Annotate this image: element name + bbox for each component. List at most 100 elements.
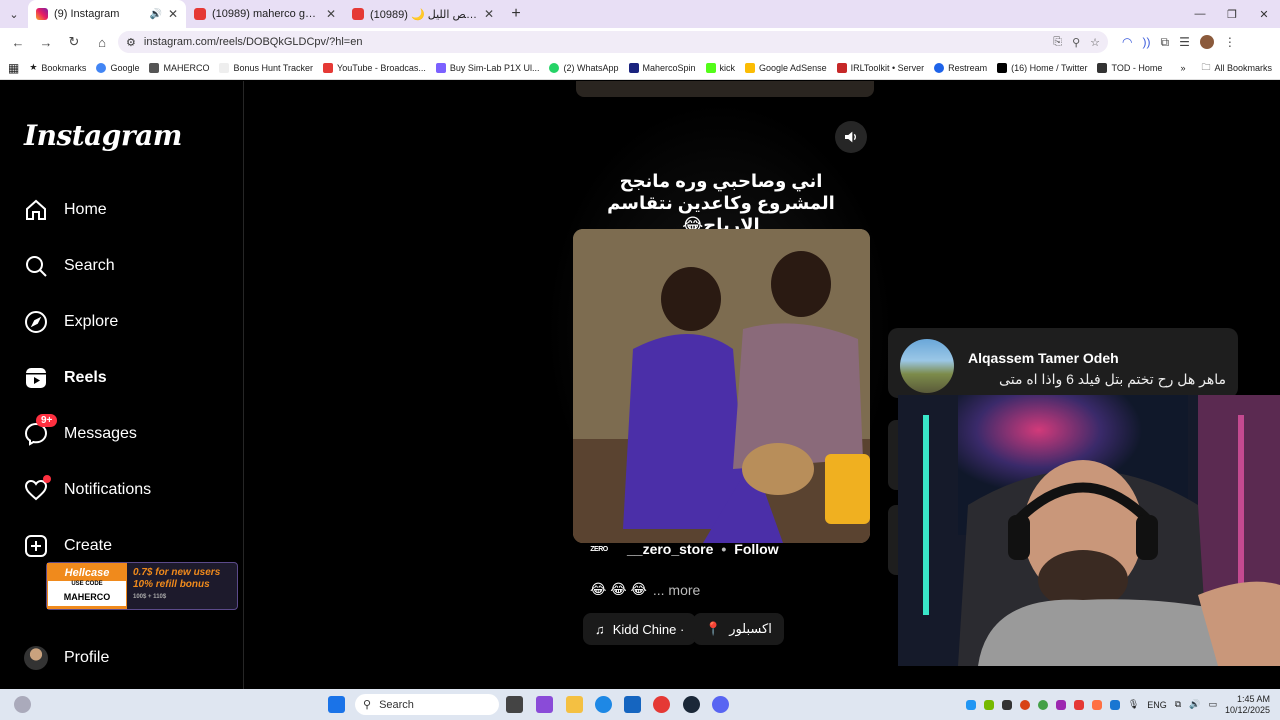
reels-icon xyxy=(24,366,48,390)
menu-icon[interactable]: ⋮ xyxy=(1224,35,1236,49)
avatar[interactable]: ZERO xyxy=(585,538,613,560)
window-controls: — ❐ ✕ xyxy=(1184,0,1280,28)
bookmark-item[interactable]: MAHERCO xyxy=(149,62,209,73)
back-button[interactable]: ← xyxy=(6,30,30,54)
audio-wave-icon[interactable]: )) xyxy=(1142,35,1150,49)
follow-button[interactable]: Follow xyxy=(734,541,778,557)
nav-search[interactable]: Search xyxy=(24,252,115,280)
bookmark-item[interactable]: Google AdSense xyxy=(745,62,827,73)
discord-icon[interactable] xyxy=(712,696,729,713)
bookmark-item[interactable]: ★ Bookmarks xyxy=(29,62,86,73)
music-note-icon: ♫ xyxy=(595,621,605,637)
close-icon[interactable]: ✕ xyxy=(168,7,178,21)
reel-video[interactable] xyxy=(573,229,870,543)
clock[interactable]: 1:45 AM 10/12/2025 xyxy=(1225,694,1270,716)
bookmark-item[interactable]: Bonus Hunt Tracker xyxy=(219,62,313,73)
address-bar[interactable]: ⚙ instagram.com/reels/DOBQkGLDCpv/?hl=en… xyxy=(118,31,1108,53)
tab-title: العراقي بعد نص الليل 🌙 (10989) xyxy=(370,8,478,21)
file-explorer-icon[interactable] xyxy=(566,696,583,713)
tray-app-icon[interactable] xyxy=(1091,699,1102,710)
tab-youtube-2[interactable]: العراقي بعد نص الليل 🌙 (10989) ✕ xyxy=(344,0,502,28)
tray-app-icon[interactable] xyxy=(1073,699,1084,710)
nav-create[interactable]: Create xyxy=(24,532,112,560)
tab-youtube-1[interactable]: (10989) maherco gaming - You ✕ xyxy=(186,0,344,28)
bookmark-item[interactable]: TOD - Home xyxy=(1097,62,1162,73)
clock-date: 10/12/2025 xyxy=(1224,704,1270,715)
tray-app-icon[interactable] xyxy=(1019,699,1030,710)
chevron-right-icon[interactable]: » xyxy=(1180,63,1185,73)
zoom-icon[interactable]: ⚲ xyxy=(1072,36,1080,49)
bookmarks-bar: ▦ ★ Bookmarks Google MAHERCO Bonus Hunt T… xyxy=(0,56,1280,80)
start-icon[interactable] xyxy=(328,696,345,713)
mute-button[interactable] xyxy=(835,121,867,153)
all-bookmarks[interactable]: 🗀 All Bookmarks xyxy=(1201,60,1272,76)
star-icon[interactable]: ☆ xyxy=(1090,36,1100,49)
copilot-icon[interactable] xyxy=(536,696,553,713)
network-icon[interactable]: ⧉ xyxy=(1175,699,1181,710)
volume-icon[interactable]: 🔊 xyxy=(1189,699,1200,710)
nav-notifications[interactable]: Notifications xyxy=(24,475,151,504)
bookmark-icon xyxy=(435,62,446,73)
speaker-icon[interactable]: 🔊 xyxy=(149,9,161,20)
nav-profile[interactable]: Profile xyxy=(24,644,109,672)
site-info-icon[interactable]: ⚙ xyxy=(126,36,136,49)
reload-button[interactable]: ↻ xyxy=(62,30,86,54)
tab-search-button[interactable]: ⌄ xyxy=(0,0,28,28)
nvidia-icon[interactable] xyxy=(983,699,994,710)
nav-home[interactable]: Home xyxy=(24,196,107,224)
chrome-icon[interactable] xyxy=(653,696,670,713)
apps-icon[interactable]: ▦ xyxy=(8,61,19,75)
bluetooth-icon[interactable] xyxy=(1109,699,1120,710)
new-tab-button[interactable]: + xyxy=(502,0,530,28)
instagram-logo[interactable]: Instagram xyxy=(24,119,182,152)
store-icon[interactable] xyxy=(624,696,641,713)
browser-tab-bar: ⌄ (9) Instagram 🔊 ✕ (10989) maherco gami… xyxy=(0,0,1280,28)
bookmark-item[interactable]: MahercoSpin xyxy=(628,62,696,73)
messenger-icon: 9+ xyxy=(24,414,58,446)
bookmark-item[interactable]: (2) WhatsApp xyxy=(549,62,619,73)
edge-icon[interactable] xyxy=(595,696,612,713)
tab-instagram[interactable]: (9) Instagram 🔊 ✕ xyxy=(28,0,186,28)
widgets-icon[interactable] xyxy=(14,696,31,713)
home-icon xyxy=(24,198,48,222)
nav-reels[interactable]: Reels xyxy=(24,364,107,392)
avatar[interactable] xyxy=(1199,35,1214,49)
battery-icon[interactable]: ▭ xyxy=(1208,699,1217,710)
bookmark-item[interactable]: (16) Home / Twitter xyxy=(997,62,1087,73)
minimize-button[interactable]: — xyxy=(1184,0,1216,28)
location-label: اكسبلور xyxy=(729,621,772,636)
microphone-icon[interactable]: 🎙 xyxy=(1128,699,1139,710)
maximize-button[interactable]: ❐ xyxy=(1216,0,1248,28)
bookmark-item[interactable]: Restream xyxy=(934,62,987,73)
puzzle-icon[interactable]: ⧉ xyxy=(1160,35,1169,50)
bookmark-item[interactable]: Buy Sim-Lab P1X Ul... xyxy=(435,62,539,73)
bookmark-item[interactable]: YouTube - Broadcas... xyxy=(323,62,426,73)
tray-app-icon[interactable] xyxy=(1037,699,1048,710)
bookmark-item[interactable]: kick xyxy=(705,62,735,73)
forward-button[interactable]: → xyxy=(34,30,58,54)
close-icon[interactable]: ✕ xyxy=(326,7,336,21)
location-pill[interactable]: 📍 اكسبلور xyxy=(693,613,784,645)
tray-app-icon[interactable] xyxy=(1001,699,1012,710)
reading-list-icon[interactable]: ☰ xyxy=(1179,35,1190,49)
close-window-button[interactable]: ✕ xyxy=(1248,0,1280,28)
tray-app-icon[interactable] xyxy=(1055,699,1066,710)
home-button[interactable]: ⌂ xyxy=(90,30,114,54)
tab-title: (9) Instagram xyxy=(54,8,120,20)
language-indicator[interactable]: ENG xyxy=(1147,700,1167,710)
nav-explore[interactable]: Explore xyxy=(24,308,118,336)
taskbar-search[interactable]: ⚲ Search xyxy=(355,694,499,715)
more-link[interactable]: ... more xyxy=(653,582,700,598)
task-view-icon[interactable] xyxy=(506,696,523,713)
tray-app-icon[interactable] xyxy=(965,699,976,710)
install-icon[interactable]: ⎘ xyxy=(1053,36,1062,49)
steam-icon[interactable] xyxy=(683,696,700,713)
bookmark-item[interactable]: IRLToolkit • Server xyxy=(836,62,924,73)
close-icon[interactable]: ✕ xyxy=(484,7,494,21)
system-tray: 🎙 ENG ⧉ 🔊 ▭ 1:45 AM 10/12/2025 xyxy=(965,689,1270,720)
nav-messages[interactable]: 9+ Messages xyxy=(24,414,137,448)
bookmark-item[interactable]: Google xyxy=(96,62,139,73)
username-link[interactable]: __zero_store xyxy=(627,541,713,557)
extension-icon[interactable]: ◠ xyxy=(1122,35,1132,49)
audio-pill[interactable]: ♫ Kidd Chine · xyxy=(583,613,697,645)
